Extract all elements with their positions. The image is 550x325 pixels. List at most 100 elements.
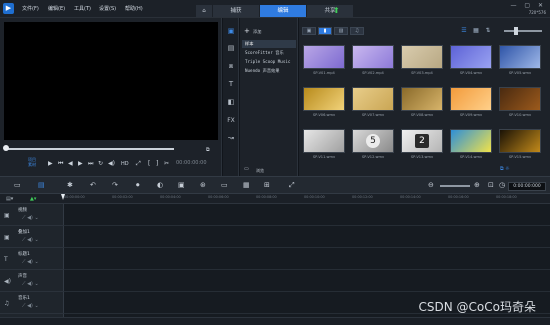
grid-view-icon[interactable]: ▦ [472, 27, 480, 35]
snapshot-icon[interactable]: ⧉ [206, 147, 210, 153]
overlay-track-icon[interactable]: ▣ [4, 234, 10, 241]
media-thumbnail[interactable] [303, 87, 345, 111]
tools-icon[interactable]: ✱ [67, 181, 73, 189]
mark-in-icon[interactable]: [ [148, 160, 150, 167]
folder-item[interactable]: Triple Scoop Music [242, 58, 296, 66]
repeat-icon[interactable]: ↻ [98, 160, 103, 167]
upload-arrow-icon[interactable]: ⬆ [333, 7, 341, 15]
media-icon[interactable]: ▣ [226, 27, 236, 36]
video-track-icon[interactable]: ▣ [4, 212, 10, 219]
track-controls-icon[interactable]: ⟋ ◀) ⌄ [22, 215, 39, 221]
title-track-icon[interactable]: T [4, 256, 8, 263]
play-icon[interactable]: ▶ [48, 160, 53, 167]
track-manager-icon[interactable]: ▤▾ [6, 196, 13, 202]
fx-icon[interactable]: FX [226, 116, 236, 125]
media-thumbnail[interactable] [450, 45, 492, 69]
media-thumbnail[interactable] [499, 45, 541, 69]
media-thumbnail[interactable] [303, 45, 345, 69]
auto-music-icon[interactable]: ▣ [178, 181, 185, 189]
window-controls[interactable]: — ▢ ✕ [510, 2, 546, 9]
media-thumbnail[interactable] [303, 129, 345, 153]
zoom-in-icon[interactable]: ⊕ [474, 181, 480, 189]
clock-icon[interactable]: ◷ [499, 181, 505, 189]
media-thumbnail[interactable] [352, 45, 394, 69]
multicam-icon[interactable]: ▦ [243, 181, 250, 189]
add-folder-icon[interactable]: + [244, 27, 250, 35]
timeline-zoom-slider[interactable] [440, 185, 470, 187]
hd-button[interactable]: HD [121, 161, 129, 167]
media-thumbnail[interactable] [401, 87, 443, 111]
player-mode-selector[interactable]: 项目 素材 [28, 157, 36, 167]
media-thumbnail[interactable] [499, 87, 541, 111]
graphics-icon[interactable]: ◧ [226, 98, 236, 107]
player-timecode[interactable]: 00:00:00:00 [176, 160, 207, 166]
instant-project-icon[interactable]: ▤ [226, 44, 236, 53]
time-remap-icon[interactable]: ⊞ [264, 181, 270, 189]
mode-clip[interactable]: 素材 [28, 162, 36, 167]
library-options-icons[interactable]: ⧉ ☼ [500, 166, 510, 172]
back-icon[interactable]: ▣ [302, 27, 316, 35]
volume-icon[interactable]: ◀) [108, 160, 115, 167]
add-folder-label[interactable]: 添加 [253, 29, 261, 35]
fit-icon[interactable]: ⤢ [289, 181, 295, 190]
to-end-icon[interactable]: ⏭ [88, 160, 93, 168]
to-start-icon[interactable]: ⏮ [58, 160, 63, 168]
scrub-bar[interactable] [4, 148, 174, 150]
storyboard-view-icon[interactable]: ▭ [14, 181, 21, 189]
music-track-icon[interactable]: ♫ [4, 300, 9, 307]
media-thumbnail[interactable] [450, 87, 492, 111]
step-back-icon[interactable]: ◀ [68, 160, 73, 167]
track-controls-icon[interactable]: ⟋ ◀) ⌄ [22, 237, 39, 243]
thumbnail-size-handle[interactable] [514, 27, 518, 35]
filter-audio-icon[interactable]: ♫ [350, 27, 364, 35]
browse-label[interactable]: 浏览 [256, 168, 264, 174]
menu-help[interactable]: 帮助(H) [125, 5, 143, 12]
voice-track-icon[interactable]: ◀) [4, 278, 11, 285]
menu-edit[interactable]: 编辑(E) [48, 5, 65, 12]
browse-folder-icon[interactable]: ▭ [244, 166, 249, 172]
split-icon[interactable]: ✂ [164, 160, 169, 167]
fit-project-icon[interactable]: ⊡ [488, 181, 494, 189]
media-thumbnail[interactable] [352, 87, 394, 111]
path-icon[interactable]: ↝ [226, 134, 236, 143]
track-controls-icon[interactable]: ⟋ ◀) ⌄ [22, 303, 39, 309]
title-icon[interactable]: T [226, 80, 236, 89]
sort-icon[interactable]: ⇅ [484, 27, 492, 35]
zoom-out-icon[interactable]: ⊖ [428, 181, 434, 189]
media-thumbnail[interactable] [450, 129, 492, 153]
track-controls-icon[interactable]: ⟋ ◀) ⌄ [22, 259, 39, 265]
fullscreen-icon[interactable]: ⤢ [136, 160, 141, 168]
track-controls-icon[interactable]: ⟋ ◀) ⌄ [22, 281, 39, 287]
menu-settings[interactable]: 设置(S) [99, 5, 116, 12]
timeline-timecode[interactable]: 0:00:00:000 [508, 182, 546, 191]
tab-edit[interactable]: 编辑 [260, 5, 306, 17]
list-view-icon[interactable]: ☰ [460, 27, 468, 35]
subtitle-icon[interactable]: ▭ [221, 181, 228, 189]
menu-file[interactable]: 文件(F) [22, 5, 39, 12]
timeline-view-icon[interactable]: ▤ [38, 181, 45, 189]
chapter-icon[interactable]: ▲▾ [30, 196, 36, 202]
tab-capture[interactable]: 捕获 [213, 5, 259, 17]
folder-item[interactable]: ScoreFitter 音乐 [242, 49, 296, 57]
filter-video-icon[interactable]: ▮ [318, 27, 332, 35]
thumbnail-size-slider[interactable] [504, 30, 542, 32]
thumbnail-caption: SP-V06.wmv [312, 113, 336, 117]
scrub-handle[interactable] [3, 145, 9, 151]
home-icon[interactable]: ⌂ [196, 5, 212, 17]
menu-tools[interactable]: 工具(T) [74, 5, 91, 12]
folder-item[interactable]: Nuendo 声音效果 [242, 67, 296, 75]
thumbnail-caption: SP-V12.wmv [361, 155, 385, 159]
sound-mixer-icon[interactable]: ◐ [157, 181, 163, 189]
undo-icon[interactable]: ↶ [90, 181, 96, 189]
tab-share[interactable]: 共享 [307, 5, 353, 17]
mark-out-icon[interactable]: ] [156, 160, 158, 167]
record-icon[interactable]: ⏺ [136, 181, 140, 190]
step-forward-icon[interactable]: ▶ [78, 160, 83, 167]
filter-photo-icon[interactable]: ▨ [334, 27, 348, 35]
media-thumbnail[interactable] [499, 129, 541, 153]
folder-item[interactable]: 样本 [242, 40, 296, 48]
media-thumbnail[interactable] [401, 45, 443, 69]
transition-icon[interactable]: ⧈ [226, 62, 236, 71]
redo-icon[interactable]: ↷ [112, 181, 118, 189]
motion-track-icon[interactable]: ⊛ [200, 181, 206, 189]
